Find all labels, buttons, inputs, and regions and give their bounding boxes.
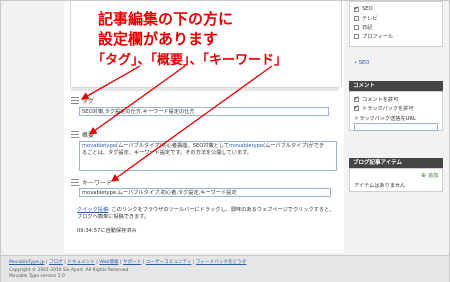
arrow-to-keywords: [110, 65, 273, 182]
arrow-to-tag: [80, 65, 141, 100]
arrow-to-summary: [88, 65, 186, 135]
annotation-arrows: [80, 65, 273, 182]
